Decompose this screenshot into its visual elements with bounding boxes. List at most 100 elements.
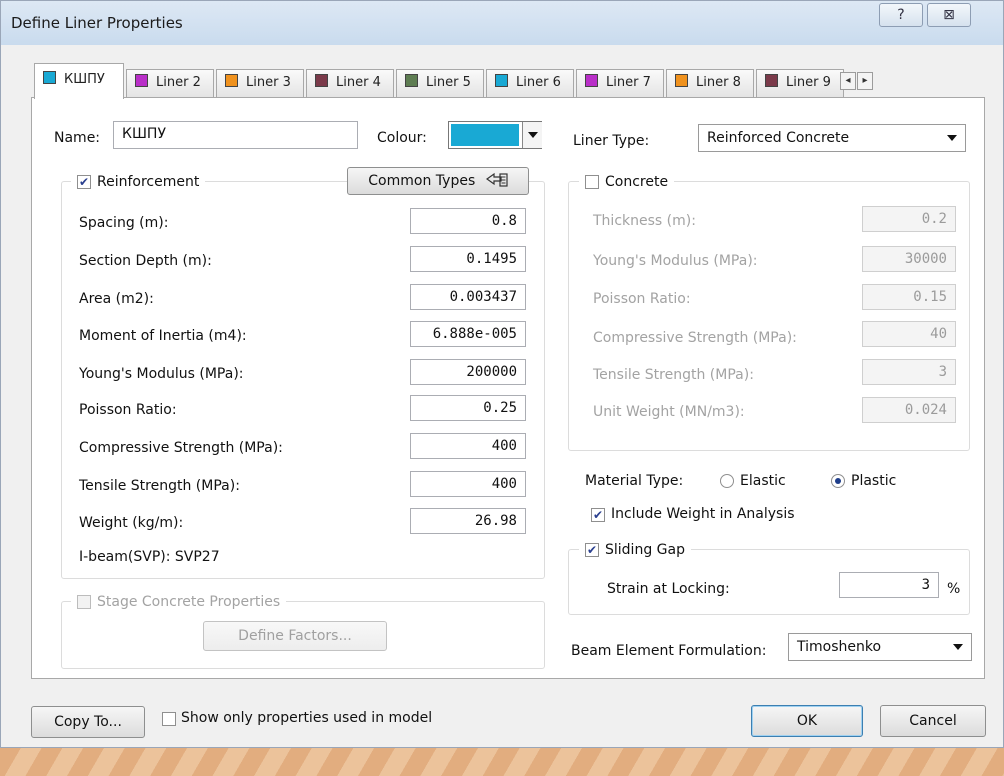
cancel-button[interactable]: Cancel [880,705,986,737]
show-only-checkbox[interactable] [162,712,176,726]
show-only-label: Show only properties used in model [181,710,433,726]
colour-swatch [451,124,519,146]
stage-concrete-label: Stage Concrete Properties [97,594,281,610]
include-weight-label: Include Weight in Analysis [611,506,795,522]
beam-formulation-value: Timoshenko [797,639,882,655]
tab-scroll-right-button[interactable]: ▸ [857,72,873,90]
area-input[interactable]: 0.003437 [410,284,526,310]
tab-liner-3[interactable]: Liner 3 [216,69,304,97]
tab-liner-4[interactable]: Liner 4 [306,69,394,97]
weight-input[interactable]: 26.98 [410,508,526,534]
unit-weight-label: Unit Weight (MN/m3): [593,404,745,420]
concrete-header: Concrete [579,172,675,192]
chevron-down-icon [953,644,963,650]
tab-label: Liner 3 [246,75,291,90]
thickness-input[interactable]: 0.2 [862,206,956,232]
concrete-youngs-modulus-label: Young's Modulus (MPa): [593,253,758,269]
weight-label: Weight (kg/m): [79,515,184,531]
tab-label: Liner 5 [426,75,471,90]
tab-label: Liner 8 [696,75,741,90]
tab-scroll-left-button[interactable]: ◂ [840,72,856,90]
youngs-modulus-input[interactable]: 200000 [410,359,526,385]
ibeam-text: I-beam(SVP): SVP27 [79,549,220,565]
common-types-button[interactable]: Common Types [347,167,529,195]
beam-formulation-select[interactable]: Timoshenko [788,633,972,661]
concrete-tensile-strength-input[interactable]: 3 [862,359,956,385]
strain-at-locking-label: Strain at Locking: [607,581,730,597]
define-factors-button[interactable]: Define Factors... [203,621,387,651]
plastic-radio[interactable] [831,474,845,488]
poisson-ratio-input[interactable]: 0.25 [410,395,526,421]
concrete-tensile-strength-label: Tensile Strength (MPa): [593,367,754,383]
tab-liner-7[interactable]: Liner 7 [576,69,664,97]
include-weight-checkbox[interactable]: ✔ [591,508,605,522]
tab-liner-9[interactable]: Liner 9 [756,69,844,97]
concrete-compressive-strength-input[interactable]: 40 [862,321,956,347]
dialog-window: Define Liner Properties ? ⊠ КШПУ Liner 2… [0,0,1004,748]
tab-color-swatch [315,74,328,87]
youngs-modulus-label: Young's Modulus (MPa): [79,366,244,382]
tab-label: Liner 2 [156,75,201,90]
tab-label: Liner 9 [786,75,831,90]
tab-liner-5[interactable]: Liner 5 [396,69,484,97]
ok-button[interactable]: OK [751,705,863,737]
desktop-background [0,748,1004,776]
liner-type-select[interactable]: Reinforced Concrete [698,124,966,152]
reinforcement-label: Reinforcement [97,174,200,190]
tab-label: КШПУ [64,72,105,87]
section-depth-input[interactable]: 0.1495 [410,246,526,272]
concrete-youngs-modulus-input[interactable]: 30000 [862,246,956,272]
chevron-down-icon [528,132,538,138]
common-types-label: Common Types [368,173,476,189]
sliding-gap-label: Sliding Gap [605,542,685,558]
tab-liner-2[interactable]: Liner 2 [126,69,214,97]
spacing-input[interactable]: 0.8 [410,208,526,234]
sliding-gap-checkbox[interactable]: ✔ [585,543,599,557]
tab-color-swatch [495,74,508,87]
colour-label: Colour: [377,130,427,146]
reinforcement-checkbox[interactable]: ✔ [77,175,91,189]
unit-weight-input[interactable]: 0.024 [862,397,956,423]
material-type-label: Material Type: [585,473,684,489]
concrete-checkbox[interactable] [585,175,599,189]
name-label: Name: [54,130,101,146]
tab-color-swatch [225,74,238,87]
close-button[interactable]: ⊠ [927,3,971,27]
chevron-right-icon: ▸ [862,75,868,86]
help-button[interactable]: ? [879,3,923,27]
concrete-poisson-ratio-label: Poisson Ratio: [593,291,691,307]
liner-type-value: Reinforced Concrete [707,130,850,146]
concrete-poisson-ratio-input[interactable]: 0.15 [862,284,956,310]
concrete-compressive-strength-label: Compressive Strength (MPa): [593,330,797,346]
thickness-label: Thickness (m): [593,213,696,229]
strain-at-locking-input[interactable]: 3 [839,572,939,598]
tab-label: Liner 6 [516,75,561,90]
tab-color-swatch [765,74,778,87]
tab-color-swatch [135,74,148,87]
moment-of-inertia-input[interactable]: 6.888e-005 [410,321,526,347]
copy-to-button[interactable]: Copy To... [31,706,145,738]
chevron-left-icon: ◂ [845,75,851,86]
close-icon: ⊠ [943,7,955,23]
colour-picker[interactable] [448,121,542,149]
section-depth-label: Section Depth (m): [79,253,212,269]
stage-concrete-checkbox[interactable] [77,595,91,609]
reinforcement-header: ✔ Reinforcement [71,172,206,192]
percent-unit: % [947,581,961,597]
compressive-strength-input[interactable]: 400 [410,433,526,459]
tab-color-swatch [43,71,56,84]
concrete-label: Concrete [605,174,669,190]
tab-liner-8[interactable]: Liner 8 [666,69,754,97]
name-input[interactable]: КШПУ [113,121,358,149]
tab-kshpu[interactable]: КШПУ [34,63,124,99]
area-label: Area (m2): [79,291,154,307]
tensile-strength-input[interactable]: 400 [410,471,526,497]
moment-of-inertia-label: Moment of Inertia (m4): [79,328,247,344]
colour-dropdown-button[interactable] [522,122,542,148]
elastic-radio[interactable] [720,474,734,488]
compressive-strength-label: Compressive Strength (MPa): [79,440,283,456]
tab-liner-6[interactable]: Liner 6 [486,69,574,97]
hand-pointer-icon [485,172,508,189]
title-bar: Define Liner Properties ? ⊠ [1,1,1003,45]
beam-formulation-label: Beam Element Formulation: [571,643,767,659]
